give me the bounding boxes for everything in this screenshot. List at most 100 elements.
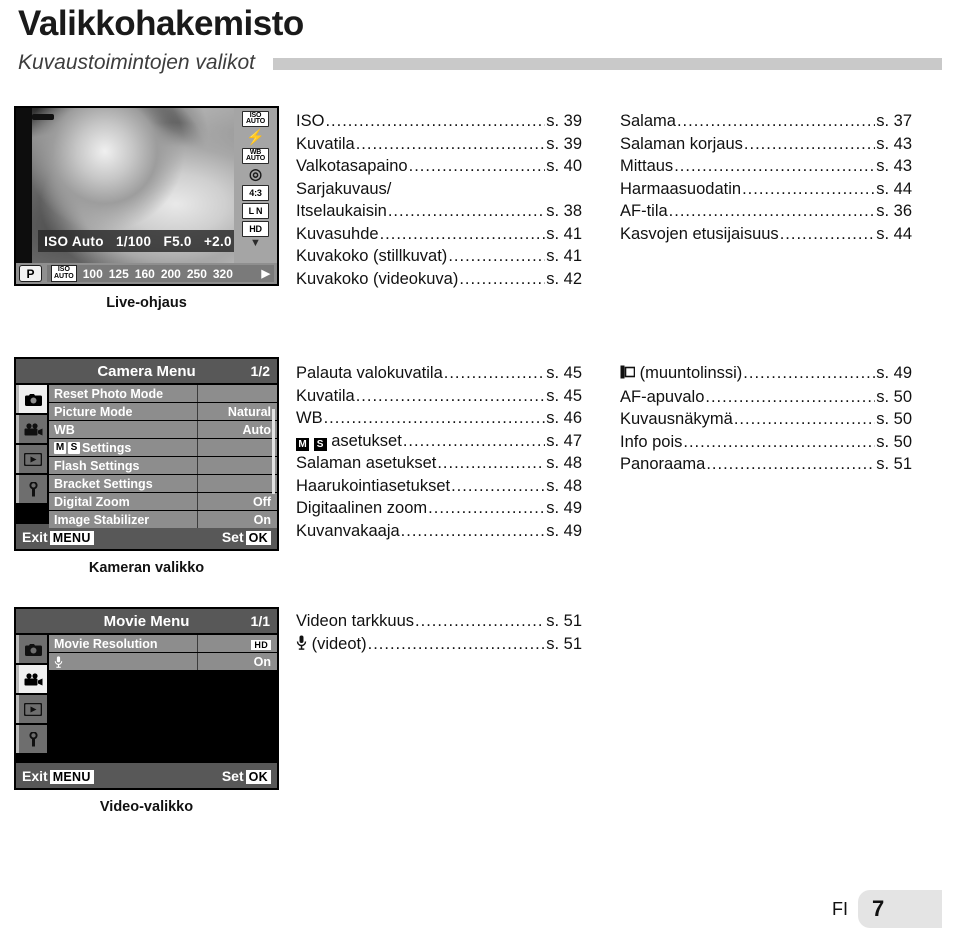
- toc-entry[interactable]: Salaman asetukset.......................…: [296, 452, 582, 475]
- toc-entry[interactable]: Panoraama...............................…: [620, 453, 912, 476]
- menu-row[interactable]: Movie Resolution HD: [49, 635, 277, 652]
- movie-menu-tab-strip[interactable]: [16, 633, 49, 763]
- iso-option[interactable]: 100: [83, 267, 103, 281]
- iso-option[interactable]: 250: [187, 267, 207, 281]
- toc-entry[interactable]: Kuvausnäkymä............................…: [620, 408, 912, 431]
- toc-entry[interactable]: Videon tarkkuus.........................…: [296, 610, 582, 633]
- menu-row-label: WB: [54, 422, 75, 437]
- movie-menu-figure: Movie Menu 1/1 Movie Resolution HD On Ex…: [14, 607, 279, 815]
- tab-setup[interactable]: [16, 475, 47, 503]
- menu-row[interactable]: On: [49, 653, 277, 670]
- toc-leader-dots: ........................................…: [400, 521, 546, 540]
- menu-row[interactable]: WB Auto: [49, 421, 277, 438]
- toc-entry[interactable]: WB......................................…: [296, 407, 582, 430]
- toc-entry[interactable]: Sarjakuvaus/............................…: [296, 178, 582, 201]
- converter-lens-icon: [620, 363, 636, 386]
- tab-photo[interactable]: [16, 385, 47, 413]
- exit-control[interactable]: Exit MENU: [22, 768, 94, 784]
- toc-entry[interactable]: Harmaasuodatin..........................…: [620, 178, 912, 201]
- menu-row[interactable]: Image Stabilizer On: [49, 511, 277, 528]
- toc-entry-label: (muuntolinssi): [620, 362, 742, 386]
- toc-entry-page: s. 50: [876, 387, 912, 406]
- toc-entry[interactable]: AF-tila.................................…: [620, 200, 912, 223]
- flash-mode-icon[interactable]: ⚡: [242, 129, 269, 146]
- toc-entry-page: s. 49: [876, 364, 912, 382]
- iso-auto-badge[interactable]: ISO AUTO: [51, 265, 77, 282]
- toc-entry[interactable]: Palauta valokuvatila....................…: [296, 362, 582, 385]
- toc-entry[interactable]: Kuvakoko (videokuva)....................…: [296, 268, 582, 291]
- toc-entry-page: s. 39: [546, 112, 582, 130]
- tab-playback[interactable]: [16, 445, 47, 473]
- toc-entry[interactable]: Kuvatila................................…: [296, 133, 582, 156]
- toc-leader-dots: ........................................…: [355, 134, 546, 153]
- toc-entry-label: Harmaasuodatin: [620, 179, 742, 198]
- live-view-caption: Live-ohjaus: [106, 295, 187, 311]
- white-balance-auto-icon[interactable]: WB AUTO: [242, 148, 269, 164]
- toc-entry[interactable]: AF-apuvalo..............................…: [620, 386, 912, 409]
- ok-button-badge: OK: [245, 769, 271, 784]
- menu-row[interactable]: Reset Photo Mode: [49, 385, 277, 402]
- camera-menu-tab-strip[interactable]: [16, 383, 49, 524]
- toc-entry-label: Videon tarkkuus: [296, 612, 415, 630]
- toc-entry[interactable]: Info pois...............................…: [620, 431, 912, 454]
- image-quality-icon[interactable]: L N: [242, 203, 269, 219]
- iso-value-strip[interactable]: ISO AUTO 100 125 160 200 250 320 ▶: [47, 265, 274, 282]
- toc-entry[interactable]: Salama..................................…: [620, 110, 912, 133]
- toc-entry[interactable]: Kuvakoko (stillkuvat)...................…: [296, 245, 582, 268]
- iso-auto-icon[interactable]: ISO AUTO: [242, 111, 269, 127]
- menu-row[interactable]: M S Settings: [49, 439, 277, 456]
- menu-row[interactable]: Flash Settings: [49, 457, 277, 474]
- toc-entry[interactable]: (videot)................................…: [296, 633, 582, 657]
- set-control[interactable]: Set OK: [222, 529, 271, 545]
- menu-row-label: Movie Resolution: [54, 636, 158, 651]
- toc-entry[interactable]: Salaman korjaus.........................…: [620, 133, 912, 156]
- toc-entry[interactable]: Kuvanvakaaja............................…: [296, 520, 582, 543]
- drive-mode-icon[interactable]: ◎: [242, 166, 269, 183]
- toc-entry[interactable]: Valkotasapaino..........................…: [296, 155, 582, 178]
- toc-entry[interactable]: ISO.....................................…: [296, 110, 582, 133]
- menu-row[interactable]: Picture Mode Natural: [49, 403, 277, 420]
- toc-leader-dots: ........................................…: [415, 612, 545, 630]
- menu-scrollbar[interactable]: [272, 409, 275, 494]
- chevron-down-icon[interactable]: ▼: [250, 238, 261, 249]
- toc-entry[interactable]: Mittaus.................................…: [620, 155, 912, 178]
- iso-option[interactable]: 320: [213, 267, 233, 281]
- toc-entry[interactable]: Kuvatila................................…: [296, 385, 582, 408]
- exit-label: Exit: [22, 528, 48, 545]
- toc-entry[interactable]: Kuvasuhde...............................…: [296, 223, 582, 246]
- chevron-right-icon[interactable]: ▶: [262, 267, 270, 280]
- toc-entry[interactable]: Haarukointiasetukset....................…: [296, 475, 582, 498]
- menu-row-label: Image Stabilizer: [54, 512, 150, 527]
- toc-shooting-middle: ISO.....................................…: [296, 110, 582, 290]
- tab-movie[interactable]: [16, 665, 47, 693]
- toc-leader-dots: ........................................…: [705, 387, 875, 406]
- exit-label: Exit: [22, 767, 48, 784]
- menu-row[interactable]: Digital Zoom Off: [49, 493, 277, 510]
- tab-movie[interactable]: [16, 415, 47, 443]
- toc-entry[interactable]: (muuntolinssi)..........................…: [620, 362, 912, 386]
- shooting-mode-badge[interactable]: P: [19, 265, 42, 282]
- toc-leader-dots: ........................................…: [683, 432, 876, 451]
- aspect-ratio-icon[interactable]: 4:3: [242, 185, 269, 201]
- tab-playback[interactable]: [16, 695, 47, 723]
- iso-option[interactable]: 200: [161, 267, 181, 281]
- iso-option[interactable]: 125: [109, 267, 129, 281]
- tab-photo[interactable]: [16, 635, 47, 663]
- camera-menu-rows[interactable]: Reset Photo Mode Picture Mode Natural WB Aut…: [49, 383, 277, 528]
- live-control-sidebar[interactable]: ISO AUTO ⚡ WB AUTO ◎ 4:3 L N HD ▼: [234, 108, 277, 263]
- toc-entry[interactable]: Digitaalinen zoom.......................…: [296, 497, 582, 520]
- toc-entry[interactable]: M S asetukset...........................…: [296, 430, 582, 453]
- tab-setup[interactable]: [16, 725, 47, 753]
- live-control-bottom-bar: P ISO AUTO 100 125 160 200 250 320 ▶: [16, 263, 277, 284]
- toc-leader-dots: ........................................…: [459, 269, 546, 288]
- menu-row[interactable]: Bracket Settings: [49, 475, 277, 492]
- movie-quality-hd-icon[interactable]: HD: [242, 221, 269, 237]
- set-control[interactable]: Set OK: [222, 768, 271, 784]
- movie-menu-rows[interactable]: Movie Resolution HD On: [49, 633, 277, 763]
- iso-option[interactable]: 160: [135, 267, 155, 281]
- exit-control[interactable]: Exit MENU: [22, 529, 94, 545]
- toc-entry[interactable]: Kasvojen etusijaisuus...................…: [620, 223, 912, 246]
- toc-leader-dots: ........................................…: [674, 157, 876, 175]
- toc-entry-page: s. 51: [546, 634, 582, 653]
- toc-entry[interactable]: Itselaukaisin...........................…: [296, 200, 582, 223]
